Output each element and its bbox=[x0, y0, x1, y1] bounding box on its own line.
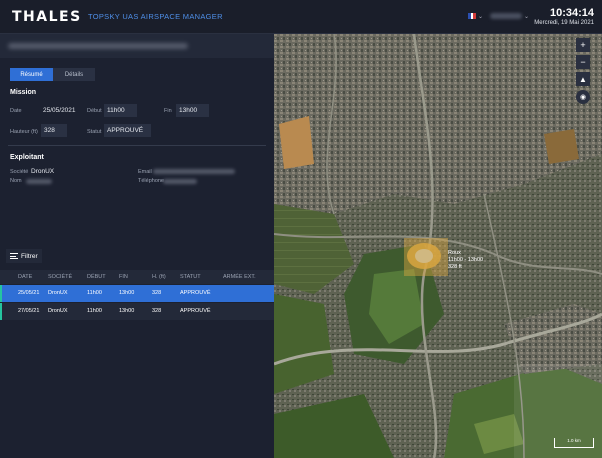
filter-button[interactable]: Filtrer bbox=[6, 249, 42, 263]
table-header: DATE SOCIÉTÉ DÉBUT FIN H. (ft) STATUT AR… bbox=[0, 270, 274, 284]
statut-label: Statut bbox=[87, 129, 102, 135]
clock-time: 10:34:14 bbox=[549, 7, 594, 19]
col-hauteur[interactable]: H. (ft) bbox=[152, 274, 166, 280]
email-label: Email bbox=[138, 169, 152, 175]
layers-icon[interactable]: ◉ bbox=[576, 90, 590, 104]
societe-label: Société bbox=[10, 169, 29, 175]
cell-societe: DronUX bbox=[48, 308, 68, 314]
satellite-map bbox=[274, 34, 602, 458]
societe-value: DronUX bbox=[31, 168, 55, 175]
flag-fr-icon[interactable] bbox=[468, 13, 477, 19]
table-row[interactable]: 27/05/21 DronUX 11h00 13h00 328 APPROUVÉ bbox=[0, 303, 274, 320]
clock-date: Mercredi, 19 Mai 2021 bbox=[534, 20, 594, 26]
cell-fin: 13h00 bbox=[119, 308, 135, 314]
map-scale: 1.0 km bbox=[554, 438, 594, 448]
col-fin[interactable]: FIN bbox=[119, 274, 128, 280]
redacted-telephone bbox=[163, 179, 197, 184]
cell-statut: APPROUVÉ bbox=[180, 308, 211, 314]
cell-statut: APPROUVÉ bbox=[180, 290, 211, 296]
mission-panel: Résumé Détails Mission Date 25/05/2021 D… bbox=[0, 34, 274, 458]
user-menu[interactable] bbox=[490, 13, 522, 19]
row-accent bbox=[0, 285, 2, 302]
debut-label: Début bbox=[87, 108, 102, 114]
cell-date: 27/05/21 bbox=[18, 308, 40, 314]
zoom-out-button[interactable]: − bbox=[576, 55, 590, 69]
zone-height: 328 ft bbox=[448, 264, 462, 270]
divider bbox=[8, 145, 266, 146]
telephone-label: Téléphone bbox=[138, 178, 164, 184]
hauteur-label: Hauteur (ft) bbox=[10, 129, 38, 135]
tab-resume[interactable]: Résumé bbox=[10, 68, 53, 81]
clock: 10:34:14 Mercredi, 19 Mai 2021 bbox=[534, 7, 594, 26]
col-debut[interactable]: DÉBUT bbox=[87, 274, 106, 280]
top-bar: THALES TOPSKY UAS AIRSPACE MANAGER ⌄ ⌄ 1… bbox=[0, 0, 602, 34]
redacted-nom bbox=[26, 179, 52, 184]
app-root: THALES TOPSKY UAS AIRSPACE MANAGER ⌄ ⌄ 1… bbox=[0, 0, 602, 458]
panel-header bbox=[0, 34, 274, 58]
chevron-down-icon[interactable]: ⌄ bbox=[524, 13, 529, 20]
filter-icon bbox=[10, 253, 18, 259]
cell-debut: 11h00 bbox=[87, 308, 102, 314]
tab-details[interactable]: Détails bbox=[53, 68, 95, 81]
zone-label: Roux 11h00 - 13h00 328 ft bbox=[448, 250, 483, 271]
col-statut[interactable]: STATUT bbox=[180, 274, 201, 280]
zone-time: 11h00 - 13h00 bbox=[448, 257, 484, 263]
cell-debut: 11h00 bbox=[87, 290, 102, 296]
thales-logo: THALES bbox=[12, 9, 82, 25]
chevron-down-icon[interactable]: ⌄ bbox=[478, 13, 483, 20]
col-date[interactable]: DATE bbox=[18, 274, 32, 280]
zone-name: Roux bbox=[448, 250, 461, 256]
cell-fin: 13h00 bbox=[119, 290, 135, 296]
tab-bar: Résumé Détails bbox=[10, 68, 95, 81]
cell-societe: DronUX bbox=[48, 290, 68, 296]
map-view[interactable]: + − ▲ ◉ Roux 11h00 - 13h00 328 ft 1.0 km bbox=[274, 34, 602, 458]
redacted-email bbox=[153, 169, 235, 174]
debut-field[interactable]: 11h00 bbox=[104, 104, 137, 117]
mission-title: Mission bbox=[10, 89, 37, 96]
nom-label: Nom bbox=[10, 178, 22, 184]
fin-label: Fin bbox=[164, 108, 172, 114]
row-accent bbox=[0, 303, 2, 320]
statut-field[interactable]: APPROUVÉ bbox=[104, 124, 151, 137]
date-label: Date bbox=[10, 108, 22, 114]
fin-field[interactable]: 13h00 bbox=[176, 104, 209, 117]
exploitant-title: Exploitant bbox=[10, 154, 44, 161]
zoom-in-button[interactable]: + bbox=[576, 38, 590, 52]
date-value: 25/05/2021 bbox=[43, 107, 76, 114]
filter-label: Filtrer bbox=[21, 252, 38, 260]
cell-hauteur: 328 bbox=[152, 290, 162, 296]
col-societe[interactable]: SOCIÉTÉ bbox=[48, 274, 72, 280]
compass-icon[interactable]: ▲ bbox=[576, 72, 590, 86]
product-title: TOPSKY UAS AIRSPACE MANAGER bbox=[88, 12, 223, 21]
redacted-title bbox=[8, 43, 188, 49]
cell-date: 25/05/21 bbox=[18, 290, 40, 296]
table-row[interactable]: 25/05/21 DronUX 11h00 13h00 328 APPROUVÉ bbox=[0, 285, 274, 302]
col-ext[interactable]: ARMÉE EXT. bbox=[223, 274, 256, 280]
hauteur-field[interactable]: 328 bbox=[41, 124, 67, 137]
cell-hauteur: 328 bbox=[152, 308, 162, 314]
